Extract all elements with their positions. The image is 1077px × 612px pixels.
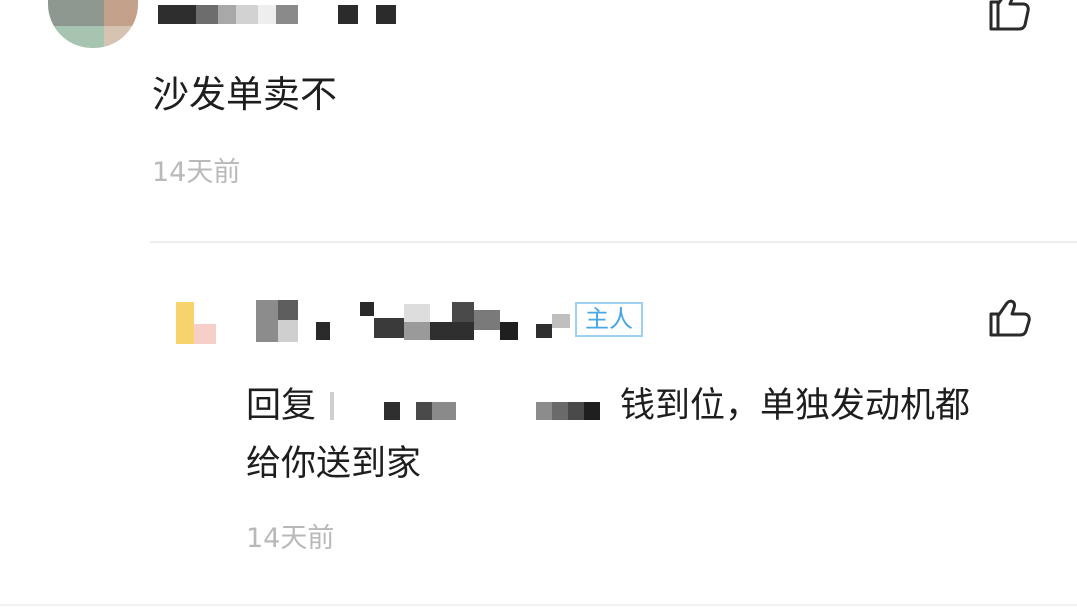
comment-timestamp: 14天前 <box>152 157 241 188</box>
comment-thread: 沙发单卖不 14天前 主人 回复 钱到位，单独发动机都 给你送到家 14天前 <box>0 0 1077 612</box>
owner-badge: 主人 <box>575 302 643 337</box>
reply-text-line-1: 回复 钱到位，单独发动机都 <box>246 382 1046 430</box>
comment-text: 沙发单卖不 <box>152 73 337 116</box>
divider <box>150 241 1077 243</box>
thumbs-up-icon[interactable] <box>986 297 1032 339</box>
reply-prefix: 回复 <box>246 386 317 426</box>
reply-avatar[interactable] <box>176 302 218 344</box>
reply-text-main: 钱到位，单独发动机都 <box>620 386 971 426</box>
avatar[interactable] <box>48 0 138 48</box>
reply-text-line-2: 给你送到家 <box>246 444 422 484</box>
thumbs-up-icon[interactable] <box>985 0 1031 32</box>
reply-username-redacted[interactable] <box>256 300 576 342</box>
mention-redacted[interactable] <box>330 392 334 420</box>
reply-timestamp: 14天前 <box>246 523 335 554</box>
divider <box>0 604 1077 606</box>
